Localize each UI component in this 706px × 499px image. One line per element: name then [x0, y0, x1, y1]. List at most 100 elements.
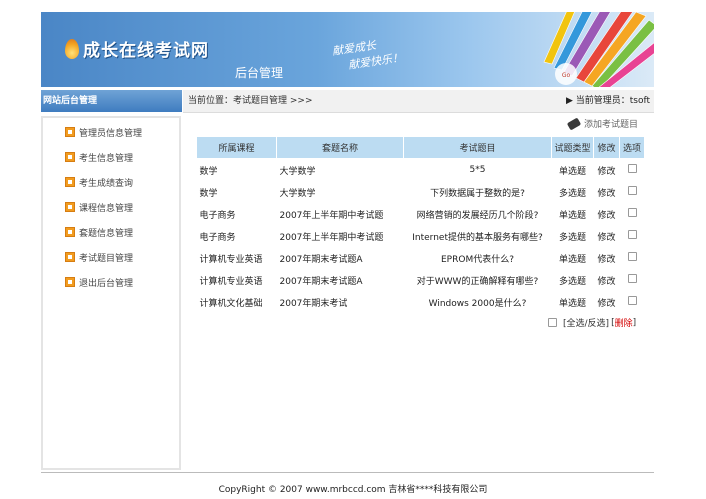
edit-link[interactable]: 修改 — [594, 247, 620, 269]
row-checkbox[interactable] — [627, 296, 637, 305]
sidebar-title: 网站后台管理 — [41, 90, 182, 112]
table-header-row: 所属课程 套题名称 考试题目 试题类型 修改 选项 — [196, 136, 645, 159]
slogan: 献爱成长 献爱快乐！ — [331, 33, 404, 74]
row-select-cell — [620, 225, 645, 247]
cell-set: 大学数学 — [279, 166, 316, 177]
svg-text:Go: Go — [562, 72, 571, 79]
column-header-select: 选项 — [619, 136, 645, 159]
edit-link[interactable]: 修改 — [594, 291, 620, 313]
sidebar-item-exam-questions[interactable]: 考试题目管理 — [65, 250, 133, 264]
footer-copyright: CopyRight © 2007 www.mrbccd.com 吉林省****科… — [218, 485, 488, 495]
row-select-cell — [620, 203, 645, 225]
cell-question: 5*5 — [469, 165, 486, 175]
current-admin-label: 当前管理员：tsoft — [575, 96, 650, 106]
cell-set: 2007年期末考试 — [279, 298, 348, 309]
edit-link[interactable]: 修改 — [594, 159, 620, 182]
sidebar-item-logout[interactable]: 退出后台管理 — [65, 275, 133, 289]
cell-question: Windows 2000是什么? — [428, 298, 527, 309]
menu-bullet-icon — [65, 227, 75, 237]
sidebar-item-label: 退出后台管理 — [79, 278, 134, 289]
cell-question: Internet提供的基本服务有哪些? — [412, 232, 543, 243]
row-checkbox[interactable] — [627, 252, 637, 261]
delete-close-bracket: ] — [632, 317, 637, 328]
row-select-cell — [620, 247, 645, 269]
select-all-link[interactable]: [全选/反选] — [563, 316, 609, 329]
cell-type: 多选题 — [558, 232, 586, 243]
cell-question: 网络营销的发展经历几个阶段? — [416, 210, 539, 221]
cell-set: 2007年期末考试题A — [279, 276, 363, 287]
menu-bullet-icon — [65, 277, 75, 287]
table-row: 电子商务 2007年上半年期中考试题 网络营销的发展经历几个阶段? 单选题 修改 — [197, 203, 645, 225]
row-checkbox[interactable] — [627, 208, 637, 217]
edit-link[interactable]: 修改 — [594, 181, 620, 203]
table-row: 数学 大学数学 下列数据属于整数的是? 多选题 修改 — [197, 181, 645, 203]
cell-question: 对于WWW的正确解释有哪些? — [416, 276, 539, 287]
sidebar-item-label: 考试题目管理 — [79, 253, 134, 264]
column-header-question: 考试题目 — [403, 136, 552, 159]
breadcrumb-location: 当前位置：考试题目管理 >>> — [188, 96, 313, 106]
admin-subtitle: 后台管理 — [235, 66, 284, 80]
site-logo[interactable]: 成长在线考试网 — [65, 36, 209, 61]
column-header-set: 套题名称 — [276, 136, 404, 159]
sidebar-menu: 管理员信息管理 考生信息管理 考生成绩查询 课程信息管理 套题信息管理 考试题目… — [41, 116, 181, 470]
cell-course: 电子商务 — [199, 232, 236, 243]
bulk-actions: [全选/反选] [删除] — [548, 316, 636, 329]
cell-course: 计算机专业英语 — [199, 254, 263, 265]
current-admin: ▶ 当前管理员：tsoft — [566, 90, 650, 112]
sidebar-item-label: 考生成绩查询 — [79, 178, 134, 189]
table-row: 数学 大学数学 5*5 单选题 修改 — [197, 159, 645, 182]
edit-link[interactable]: 修改 — [594, 225, 620, 247]
site-name: 成长在线考试网 — [83, 41, 209, 61]
table-row: 计算机专业英语 2007年期末考试题A EPROM代表什么? 单选题 修改 — [197, 247, 645, 269]
footer-divider — [41, 472, 654, 473]
row-select-cell — [620, 159, 645, 182]
sidebar-item-student-info[interactable]: 考生信息管理 — [65, 150, 133, 164]
add-question-link[interactable]: 添加考试题目 — [566, 117, 639, 130]
cell-course: 电子商务 — [199, 210, 236, 221]
edit-link[interactable]: 修改 — [594, 269, 620, 291]
cell-type: 多选题 — [558, 276, 586, 287]
cell-type: 单选题 — [558, 210, 586, 221]
table-row: 计算机文化基础 2007年期末考试 Windows 2000是什么? 单选题 修… — [197, 291, 645, 313]
table-row: 电子商务 2007年上半年期中考试题 Internet提供的基本服务有哪些? 多… — [197, 225, 645, 247]
sidebar-item-label: 考生信息管理 — [79, 153, 134, 164]
row-checkbox[interactable] — [627, 274, 637, 283]
row-checkbox[interactable] — [627, 164, 637, 173]
sidebar-item-question-set[interactable]: 套题信息管理 — [65, 225, 133, 239]
row-checkbox[interactable] — [627, 230, 637, 239]
sidebar-item-admin-info[interactable]: 管理员信息管理 — [65, 125, 142, 139]
cell-type: 单选题 — [558, 298, 586, 309]
menu-bullet-icon — [65, 252, 75, 262]
row-select-cell — [620, 291, 645, 313]
delete-link[interactable]: 删除 — [615, 316, 633, 329]
cell-type: 单选题 — [558, 254, 586, 265]
menu-bullet-icon — [65, 152, 75, 162]
column-header-course: 所属课程 — [196, 136, 277, 159]
row-select-cell — [620, 181, 645, 203]
cell-question: 下列数据属于整数的是? — [430, 188, 525, 199]
menu-bullet-icon — [65, 177, 75, 187]
cell-course: 计算机专业英语 — [199, 276, 263, 287]
cell-question: EPROM代表什么? — [441, 254, 514, 265]
pen-icon — [566, 117, 582, 130]
row-select-cell — [620, 269, 645, 291]
row-checkbox[interactable] — [627, 186, 637, 195]
cell-set: 2007年上半年期中考试题 — [279, 210, 384, 221]
sidebar-item-course-info[interactable]: 课程信息管理 — [65, 200, 133, 214]
menu-bullet-icon — [65, 202, 75, 212]
add-question-label: 添加考试题目 — [584, 120, 639, 130]
cell-set: 2007年上半年期中考试题 — [279, 232, 384, 243]
sidebar-item-score-query[interactable]: 考生成绩查询 — [65, 175, 133, 189]
edit-link[interactable]: 修改 — [594, 203, 620, 225]
cell-course: 计算机文化基础 — [199, 298, 263, 309]
sidebar-item-label: 套题信息管理 — [79, 228, 134, 239]
pencils-illustration: Go — [543, 12, 654, 87]
menu-bullet-icon — [65, 127, 75, 137]
page-container: 成长在线考试网 后台管理 献爱成长 献爱快乐！ Go 网站后台管理 当前位置：考… — [41, 12, 654, 114]
column-header-edit: 修改 — [593, 136, 620, 159]
cell-type: 多选题 — [558, 188, 586, 199]
table-row: 计算机专业英语 2007年期末考试题A 对于WWW的正确解释有哪些? 多选题 修… — [197, 269, 645, 291]
select-all-checkbox[interactable] — [548, 318, 557, 327]
cell-set: 2007年期末考试题A — [279, 254, 363, 265]
cell-course: 数学 — [199, 166, 218, 177]
